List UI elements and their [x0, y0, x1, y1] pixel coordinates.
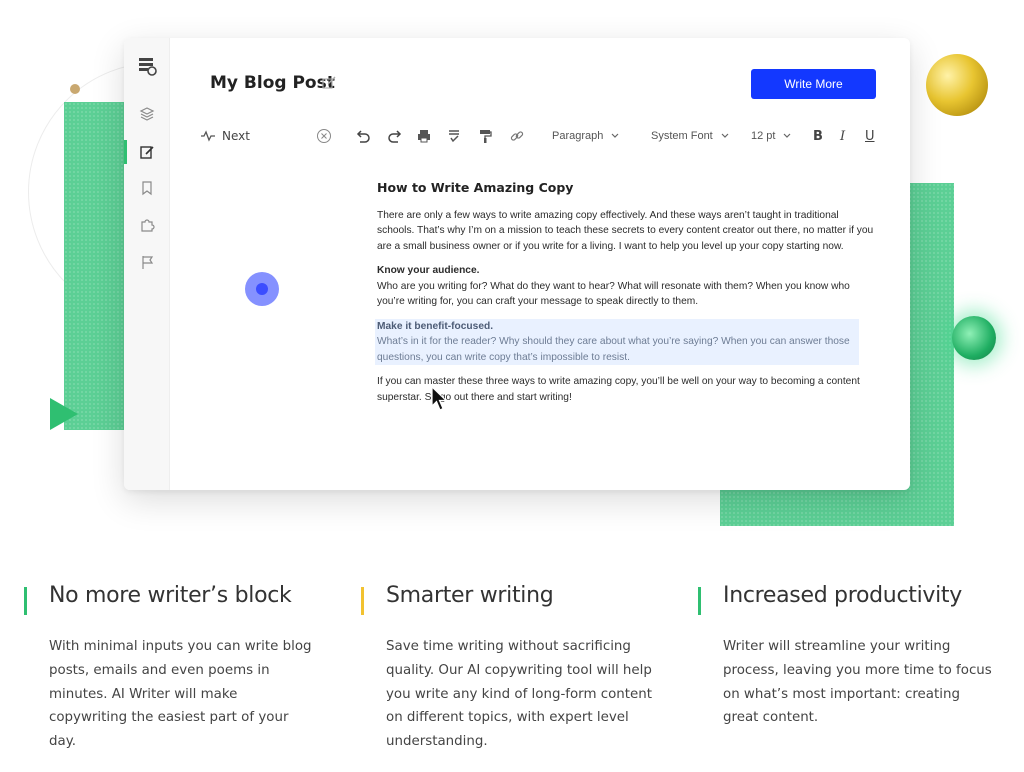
decorative-dot	[70, 84, 80, 94]
undo-icon[interactable]	[355, 124, 371, 148]
feature-accent-bar	[698, 587, 701, 615]
puzzle-icon[interactable]	[137, 215, 157, 235]
section-title: Know your audience.	[377, 265, 480, 276]
next-label: Next	[222, 129, 250, 143]
rename-icon[interactable]	[322, 76, 338, 92]
sidebar	[124, 38, 170, 490]
section-body: Who are you writing for? What do they wa…	[377, 280, 850, 308]
app-logo-icon[interactable]	[137, 56, 157, 76]
selected-paragraph: Make it benefit-focused. What’s in it fo…	[375, 318, 859, 365]
clear-icon[interactable]	[316, 124, 332, 148]
link-icon[interactable]	[509, 124, 525, 148]
pulse-icon	[201, 130, 215, 142]
font-family-label: System Font	[651, 130, 713, 142]
focus-indicator-dot	[245, 272, 279, 306]
font-size-dropdown[interactable]: 12 pt	[751, 124, 791, 148]
paragraph-style-dropdown[interactable]: Paragraph	[552, 124, 619, 148]
redo-icon[interactable]	[387, 124, 403, 148]
chevron-down-icon	[784, 133, 791, 138]
article-heading: How to Write Amazing Copy	[377, 180, 574, 195]
next-button[interactable]: Next	[200, 124, 250, 148]
feature-accent-bar	[24, 587, 27, 615]
section-paragraph: Know your audience. Who are you writing …	[377, 263, 877, 310]
section-title: Make it benefit-focused.	[377, 320, 494, 332]
layers-icon[interactable]	[137, 104, 157, 124]
mouse-cursor-icon	[431, 386, 448, 411]
print-icon[interactable]	[416, 124, 432, 148]
editor-content[interactable]: How to Write Amazing Copy There are only…	[375, 180, 877, 414]
flag-icon[interactable]	[137, 252, 157, 272]
feature-description: Writer will streamline your writing proc…	[723, 639, 992, 726]
underline-button[interactable]: U	[865, 124, 875, 148]
feature-title: Smarter writing	[386, 583, 554, 608]
feature-description: Save time writing without sacrificing qu…	[386, 639, 653, 750]
document-title[interactable]: My Blog Post	[210, 73, 335, 93]
paragraph-style-label: Paragraph	[552, 130, 604, 142]
spellcheck-icon[interactable]	[446, 124, 462, 148]
chevron-down-icon	[611, 133, 619, 138]
feature-description: With minimal inputs you can write blog p…	[49, 639, 312, 750]
editor-toolbar: Next Paragraph System Font 12 pt B I U	[124, 124, 910, 148]
decorative-green-sphere	[952, 316, 996, 360]
format-painter-icon[interactable]	[477, 124, 493, 148]
intro-paragraph: There are only a few ways to write amazi…	[377, 209, 874, 252]
font-family-dropdown[interactable]: System Font	[651, 124, 729, 148]
bold-button[interactable]: B	[813, 124, 823, 148]
font-size-label: 12 pt	[751, 130, 776, 142]
decorative-triangle	[50, 398, 78, 430]
feature-accent-bar	[361, 587, 364, 615]
decorative-gold-sphere	[926, 54, 988, 116]
editor-window: My Blog Post Write More Next Paragraph S…	[124, 38, 910, 490]
bookmark-icon[interactable]	[137, 178, 157, 198]
section-body: What’s in it for the reader? Why should …	[377, 336, 850, 363]
italic-button[interactable]: I	[840, 124, 845, 148]
feature-title: No more writer’s block	[49, 583, 292, 608]
conclusion-paragraph: If you can master these three ways to wr…	[377, 376, 860, 403]
write-more-button[interactable]: Write More	[751, 69, 876, 99]
chevron-down-icon	[721, 133, 729, 138]
feature-title: Increased productivity	[723, 583, 962, 608]
decorative-green-panel-left	[64, 102, 128, 430]
